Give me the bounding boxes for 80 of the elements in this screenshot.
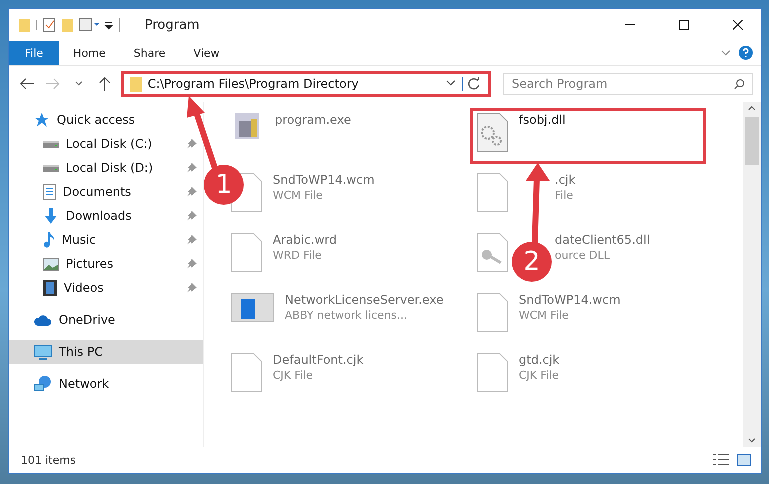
network-icon	[34, 376, 52, 392]
pin-icon[interactable]	[187, 259, 197, 269]
sidebar-item[interactable]: Local Disk (C:)	[66, 137, 180, 151]
key-file-icon	[477, 233, 509, 273]
pin-icon[interactable]	[187, 283, 197, 293]
pin-icon[interactable]	[187, 187, 197, 197]
window-title: Program	[145, 18, 201, 32]
file-menu-button[interactable]: File	[9, 41, 60, 65]
scroll-down-icon[interactable]	[748, 438, 756, 443]
file-name[interactable]: NetworkLicenseServer.exe	[285, 293, 444, 307]
sidebar-item[interactable]: OneDrive	[59, 313, 197, 327]
film-icon	[43, 280, 57, 296]
scroll-up-icon[interactable]	[748, 106, 756, 111]
scrollbar-thumb[interactable]	[745, 117, 759, 165]
file-name[interactable]: gtd.cjk	[519, 353, 560, 367]
selected-sidebar-item[interactable]: This PC	[9, 340, 203, 364]
file-name[interactable]: SndToWP14.wcm	[273, 173, 375, 187]
folder-icon	[130, 76, 142, 92]
file-icon	[231, 233, 263, 273]
item-count: 101 items	[21, 454, 78, 466]
file-name[interactable]: dateClient65.dll	[555, 233, 650, 247]
address-bar[interactable]: C:\Program Files\Program Directory	[120, 71, 491, 97]
ribbon-tab[interactable]: Share	[120, 41, 180, 65]
file-type: File	[555, 189, 574, 202]
sidebar-item[interactable]: This PC	[59, 345, 197, 359]
ribbon-tab[interactable]: Home	[59, 41, 120, 65]
thumbnail-view-icon[interactable]	[737, 454, 751, 466]
pin-icon[interactable]	[187, 235, 197, 245]
picture-icon	[43, 258, 59, 270]
pin-icon[interactable]	[187, 163, 197, 173]
music-note-icon	[43, 232, 55, 248]
forward-arrow-icon	[46, 78, 60, 90]
drive-icon	[43, 164, 59, 172]
file-name[interactable]: fsobj.dll	[519, 113, 566, 127]
file-type: CJK File	[273, 369, 314, 382]
sidebar-item[interactable]: Pictures	[66, 257, 180, 271]
chevron-down-icon	[74, 81, 83, 87]
sidebar-item[interactable]: Music	[62, 233, 180, 247]
file-icon	[231, 353, 263, 393]
scrollbar[interactable]	[743, 102, 761, 447]
file-type: ABBY network licens...	[285, 309, 409, 322]
maximize-icon	[679, 20, 689, 30]
file-type: WCM File	[519, 309, 570, 322]
pin-icon[interactable]	[187, 139, 197, 149]
sidebar-item[interactable]: Local Disk (D:)	[66, 161, 180, 175]
window-icon	[231, 293, 275, 323]
document-icon	[43, 184, 56, 200]
file-name[interactable]: program.exe	[275, 113, 352, 127]
up-arrow-icon	[98, 77, 111, 91]
chevron-down-icon[interactable]	[446, 80, 456, 88]
search-field[interactable]: Search Program	[503, 73, 753, 95]
file-type: WRD File	[273, 249, 323, 262]
ribbon-tab[interactable]: View	[180, 41, 234, 65]
file-type: WCM File	[273, 189, 324, 202]
cloud-icon	[34, 314, 52, 326]
file-name[interactable]: DefaultFont.cjk	[273, 353, 364, 367]
file-name[interactable]: SndToWP14.wcm	[519, 293, 621, 307]
back-arrow-icon	[20, 78, 34, 90]
file-icon	[477, 353, 509, 393]
search-icon	[734, 78, 745, 90]
file-icon	[477, 293, 509, 333]
close-icon	[733, 20, 743, 30]
refresh-icon[interactable]	[462, 77, 482, 91]
drive-icon	[43, 140, 59, 148]
pin-icon[interactable]	[187, 211, 197, 221]
file-icon	[477, 173, 509, 213]
down-arrow-icon	[43, 208, 59, 224]
sidebar-item[interactable]: Downloads	[66, 209, 180, 223]
file-type: ource DLL	[555, 249, 612, 262]
file-name[interactable]: Arabic.wrd	[273, 233, 338, 247]
sidebar-item[interactable]: Videos	[64, 281, 180, 295]
monitor-icon	[34, 344, 52, 360]
file-name[interactable]: .cjk	[555, 173, 576, 187]
sidebar-item[interactable]: Network	[59, 377, 197, 391]
star-icon	[34, 112, 50, 128]
file-type: CJK File	[519, 369, 560, 382]
gear-file-icon	[477, 113, 509, 153]
details-view-icon[interactable]	[713, 454, 729, 466]
sidebar-item[interactable]: Documents	[63, 185, 180, 199]
sidebar-item[interactable]: Quick access	[57, 113, 197, 127]
